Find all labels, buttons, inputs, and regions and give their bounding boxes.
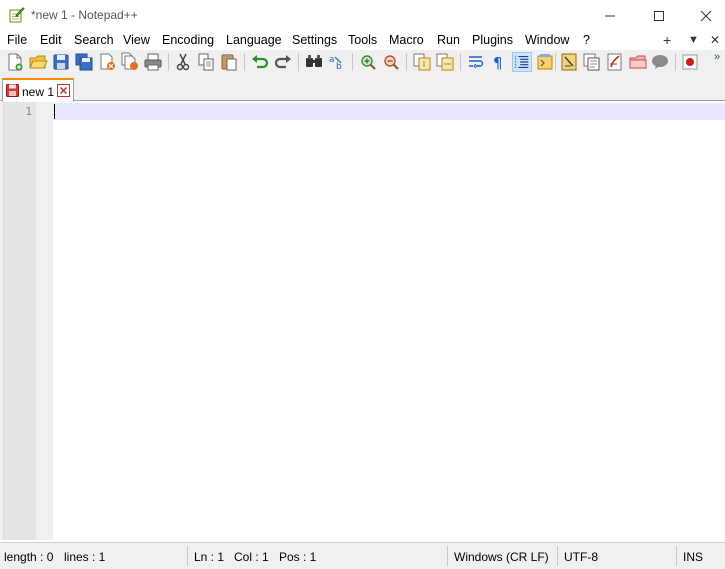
line-number-gutter[interactable]: 1	[4, 102, 36, 540]
toolbar-separator	[406, 53, 407, 71]
status-position: Pos : 1	[279, 550, 317, 564]
open-file-icon[interactable]	[28, 52, 48, 72]
window-title: *new 1 - Notepad++	[31, 8, 138, 22]
tab-new-1[interactable]: new 1	[2, 78, 74, 102]
fold-margin[interactable]	[36, 102, 53, 540]
menu-settings[interactable]: Settings	[292, 33, 337, 47]
close-file-icon[interactable]	[97, 52, 117, 72]
replace-icon[interactable]: ab	[327, 52, 347, 72]
toolbar-separator	[298, 53, 299, 71]
print-icon[interactable]	[143, 52, 163, 72]
zoom-in-icon[interactable]	[358, 52, 378, 72]
status-separator	[187, 546, 188, 566]
current-line-highlight	[53, 103, 725, 120]
close-document-icon[interactable]: ✕	[710, 33, 720, 47]
status-length: length : 0	[4, 550, 54, 564]
menu-edit[interactable]: Edit	[40, 33, 62, 47]
menu-file[interactable]: File	[7, 33, 27, 47]
menu-plugins[interactable]: Plugins	[472, 33, 513, 47]
save-all-icon[interactable]	[74, 52, 94, 72]
text-caret	[54, 104, 55, 119]
toolbar-separator	[555, 53, 556, 71]
svg-text:b: b	[336, 62, 342, 72]
menu-search[interactable]: Search	[74, 33, 114, 47]
editor-area[interactable]: 1	[0, 102, 725, 540]
notepad-plus-plus-app-icon	[9, 7, 25, 23]
menu-help[interactable]: ?	[583, 33, 590, 47]
status-insert-mode: INS	[683, 550, 704, 564]
minimize-icon	[605, 15, 615, 16]
status-separator	[676, 546, 677, 566]
menu-encoding[interactable]: Encoding	[162, 33, 214, 47]
toolbar-separator	[168, 53, 169, 71]
status-encoding[interactable]: UTF-8	[564, 550, 598, 564]
menu-view[interactable]: View	[123, 33, 150, 47]
close-icon	[700, 10, 712, 21]
status-column: Col : 1	[234, 550, 269, 564]
menu-window[interactable]: Window	[525, 33, 569, 47]
sync-vertical-scroll-icon[interactable]	[412, 52, 432, 72]
show-all-characters-icon[interactable]: ¶	[489, 52, 509, 72]
tab-list-dropdown-icon[interactable]: ▼	[688, 34, 699, 46]
cut-icon[interactable]	[173, 52, 193, 72]
toolbar-separator	[675, 53, 676, 71]
menu-bar: File Edit Search View Encoding Language …	[0, 31, 725, 50]
function-list-icon[interactable]	[582, 52, 602, 72]
maximize-icon	[654, 10, 664, 21]
status-separator	[447, 546, 448, 566]
title-bar: *new 1 - Notepad++	[0, 0, 725, 31]
zoom-out-icon[interactable]	[381, 52, 401, 72]
new-tab-plus-icon[interactable]: +	[663, 32, 671, 48]
toolbar-separator	[352, 53, 353, 71]
status-separator	[557, 546, 558, 566]
monitoring-folder-icon[interactable]	[628, 52, 648, 72]
toolbar-overflow-icon[interactable]: »	[714, 51, 720, 63]
comment-icon[interactable]	[650, 52, 670, 72]
status-eol-format[interactable]: Windows (CR LF)	[454, 550, 549, 564]
document-map-icon[interactable]	[559, 52, 579, 72]
status-line: Ln : 1	[194, 550, 225, 564]
redo-icon[interactable]	[273, 52, 293, 72]
start-recording-icon[interactable]	[680, 52, 700, 72]
line-number: 1	[25, 105, 32, 118]
tab-label: new 1	[22, 85, 55, 99]
copy-icon[interactable]	[196, 52, 216, 72]
sync-horizontal-scroll-icon[interactable]	[435, 52, 455, 72]
save-icon[interactable]	[51, 52, 71, 72]
unsaved-file-icon	[6, 84, 19, 97]
maximize-button[interactable]	[636, 0, 682, 31]
undo-icon[interactable]	[250, 52, 270, 72]
toolbar-separator	[244, 53, 245, 71]
word-wrap-icon[interactable]	[466, 52, 486, 72]
menu-language[interactable]: Language	[226, 33, 282, 47]
status-lines: lines : 1	[64, 550, 106, 564]
status-bar: length : 0 lines : 1 Ln : 1 Col : 1 Pos …	[0, 542, 725, 569]
user-defined-language-icon[interactable]	[535, 52, 555, 72]
menu-macro[interactable]: Macro	[389, 33, 424, 47]
close-all-icon[interactable]	[120, 52, 140, 72]
folder-as-workspace-icon[interactable]	[605, 52, 625, 72]
close-window-button[interactable]	[683, 0, 725, 31]
paste-icon[interactable]	[219, 52, 239, 72]
toolbar: ab ¶ »	[0, 50, 725, 74]
menu-run[interactable]: Run	[437, 33, 460, 47]
svg-text:a: a	[329, 55, 335, 65]
tab-bar: new 1	[0, 74, 725, 102]
find-icon[interactable]	[304, 52, 324, 72]
new-file-icon[interactable]	[5, 52, 25, 72]
svg-text:¶: ¶	[493, 54, 503, 72]
menu-tools[interactable]: Tools	[348, 33, 377, 47]
indent-guide-icon[interactable]	[512, 52, 532, 72]
toolbar-separator	[460, 53, 461, 71]
minimize-button[interactable]	[587, 0, 633, 31]
close-tab-icon[interactable]	[57, 84, 70, 97]
